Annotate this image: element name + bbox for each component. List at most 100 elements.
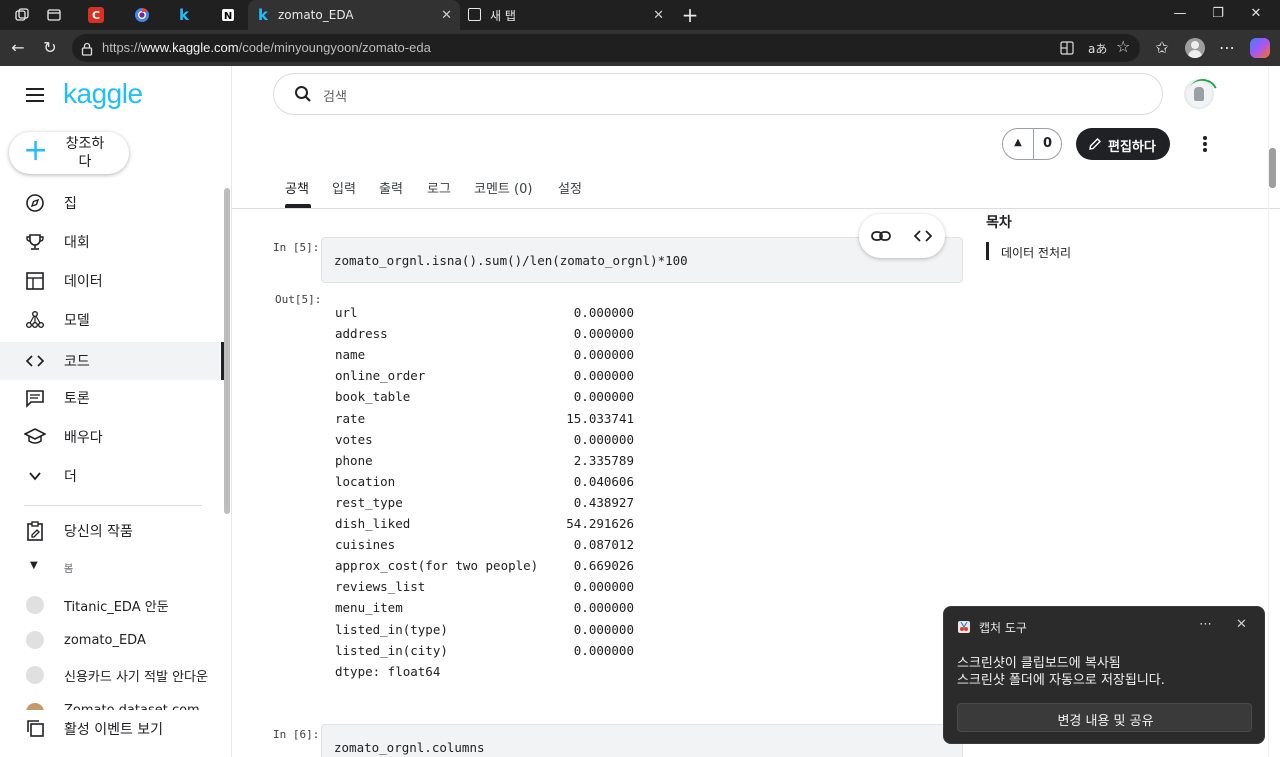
sidebar-item-more[interactable]: 더: [0, 457, 220, 495]
output-row-name: book_table: [335, 389, 411, 404]
new-tab-favicon-icon: [468, 8, 481, 21]
output-row-name: rest_type: [335, 495, 403, 510]
output-row-name: address: [335, 326, 388, 341]
edit-button[interactable]: 편집하다: [1076, 128, 1170, 160]
recent-item[interactable]: Titanic_EDA 안둔: [0, 586, 220, 624]
toast-close-icon[interactable]: ✕: [1236, 617, 1247, 632]
recent-item-label: Titanic_EDA 안둔: [64, 599, 169, 615]
minimize-icon[interactable]: —: [1170, 6, 1190, 24]
link-icon[interactable]: [871, 227, 891, 249]
favorites-icon[interactable]: ✩: [1152, 39, 1172, 59]
output-row-value: 0.000000: [573, 579, 634, 594]
recent-item-label: zomato_EDA: [64, 632, 146, 648]
output-row-value: 0.087012: [573, 537, 634, 552]
create-label: 창조하다: [65, 136, 105, 170]
output-row-value: 54.291626: [566, 516, 634, 531]
more-menu-icon[interactable]: ⋯: [1217, 39, 1237, 59]
pinned-tab-c-icon[interactable]: C: [88, 7, 104, 23]
address-bar[interactable]: https://www.kaggle.com/code/minyoungyoon…: [72, 34, 1140, 62]
kaggle-favicon-icon: k: [258, 6, 268, 24]
edit-button-label: 편집하다: [1108, 140, 1156, 155]
cell-input-label: In [5]:: [273, 241, 320, 254]
tab-notebook[interactable]: 공책: [285, 178, 309, 197]
translate-icon[interactable]: aあ: [1088, 40, 1107, 57]
cell-toolbar: [859, 214, 945, 258]
user-avatar[interactable]: [1183, 74, 1223, 114]
output-row-value: 0.040606: [573, 474, 634, 489]
pinned-tab-chrome-icon[interactable]: [132, 5, 152, 25]
create-button[interactable]: + 창조하다: [9, 132, 129, 174]
output-row-value: 0.000000: [573, 347, 634, 362]
output-row-value: 0.000000: [573, 643, 634, 658]
kebab-menu-icon[interactable]: [1196, 135, 1214, 153]
close-window-icon[interactable]: ✕: [1246, 6, 1266, 24]
pinned-tab-kaggle-icon[interactable]: k: [174, 5, 194, 25]
activity-label: 활성 이벤트 보기: [64, 722, 164, 738]
new-tab-plus-icon[interactable]: +: [680, 3, 700, 27]
clipboard-edit-icon: [24, 520, 46, 542]
main-scroll-track-edge: [1268, 66, 1280, 757]
output-row-value: 0.669026: [573, 558, 634, 573]
output-row-value: 0.000000: [573, 432, 634, 447]
workspaces-icon[interactable]: [12, 5, 32, 25]
pinned-tab-notion-icon[interactable]: N: [218, 5, 238, 25]
output-row-value: 0.438927: [573, 495, 634, 510]
table-icon: [24, 270, 46, 292]
tab-input[interactable]: 입력: [332, 178, 356, 197]
refresh-icon[interactable]: ↻: [40, 39, 60, 59]
kaggle-logo[interactable]: kaggle: [63, 78, 143, 110]
tab-settings[interactable]: 설정: [558, 178, 582, 197]
output-row-value: 0.000000: [573, 368, 634, 383]
sidebar-item-home[interactable]: 집: [0, 184, 220, 222]
toc-item[interactable]: 데이터 전처리: [1001, 244, 1071, 261]
tab-new-tab[interactable]: 새 탭 ✕: [462, 0, 672, 30]
sidebar-item-competitions[interactable]: 대회: [0, 223, 220, 261]
share-changes-button[interactable]: 변경 내용 및 공유: [957, 703, 1252, 732]
favorite-star-icon[interactable]: ☆: [1116, 37, 1130, 56]
sidebar-item-your-work[interactable]: 당신의 작품: [0, 512, 220, 550]
tab-actions-icon[interactable]: [44, 5, 64, 25]
recent-item[interactable]: 신용카드 사기 적발 안다운: [0, 656, 220, 694]
output-row-name: approx_cost(for two people): [335, 558, 539, 573]
sidebar-footer[interactable]: 활성 이벤트 보기: [0, 710, 231, 757]
upvote-button[interactable]: ▲: [1003, 129, 1034, 159]
tab-zomato-eda[interactable]: k zomato_EDA ✕: [248, 0, 460, 30]
toc-active-bar: [986, 242, 989, 260]
svg-text:N: N: [224, 11, 232, 22]
hamburger-menu-icon[interactable]: [26, 88, 44, 102]
tab-output[interactable]: 출력: [379, 178, 403, 197]
code-cell[interactable]: zomato_orgnl.columns: [321, 724, 963, 757]
restore-icon[interactable]: ❐: [1208, 6, 1228, 24]
caret-down-icon: ▼: [30, 560, 38, 571]
sidebar-item-learn[interactable]: 배우다: [0, 418, 220, 456]
split-screen-icon[interactable]: [1060, 40, 1074, 59]
sidebar-item-discussions[interactable]: 토론: [0, 379, 220, 417]
url-host: www.kaggle.com: [141, 40, 239, 55]
search-bar[interactable]: 검색: [273, 73, 1163, 115]
sidebar-item-label: 모델: [64, 313, 90, 329]
sidebar-scrollbar[interactable]: [224, 188, 230, 514]
section-expand-row[interactable]: ▼ 봄: [0, 556, 220, 580]
recent-item[interactable]: zomato_EDA: [0, 621, 220, 659]
copilot-icon[interactable]: [1250, 38, 1270, 58]
sidebar-item-datasets[interactable]: 데이터: [0, 262, 220, 300]
output-row-name: online_order: [335, 368, 426, 383]
browser-toolbar: ← ↻ https://www.kaggle.com/code/minyoung…: [0, 30, 1280, 66]
sidebar-item-code[interactable]: 코드: [0, 342, 220, 380]
tab-logs[interactable]: 로그: [427, 178, 451, 197]
tab-comments[interactable]: 코멘트 (0): [474, 178, 532, 197]
search-icon: [294, 85, 312, 107]
close-tab-icon[interactable]: ✕: [441, 8, 452, 23]
sidebar-item-models[interactable]: 모델: [0, 301, 220, 339]
code-view-icon[interactable]: [913, 227, 933, 249]
sidebar-item-label: 토론: [64, 391, 90, 407]
profile-avatar[interactable]: [1185, 38, 1205, 58]
sidebar-item-label: 데이터: [64, 274, 103, 290]
graduation-cap-icon: [24, 426, 46, 448]
toast-more-icon[interactable]: ⋯: [1199, 617, 1212, 632]
tab-title: 새 탭: [490, 8, 516, 23]
close-tab-icon[interactable]: ✕: [653, 8, 664, 23]
cell-input-label: In [6]:: [273, 728, 320, 741]
back-icon[interactable]: ←: [8, 39, 28, 59]
cell-code: zomato_orgnl.columns: [334, 740, 485, 755]
